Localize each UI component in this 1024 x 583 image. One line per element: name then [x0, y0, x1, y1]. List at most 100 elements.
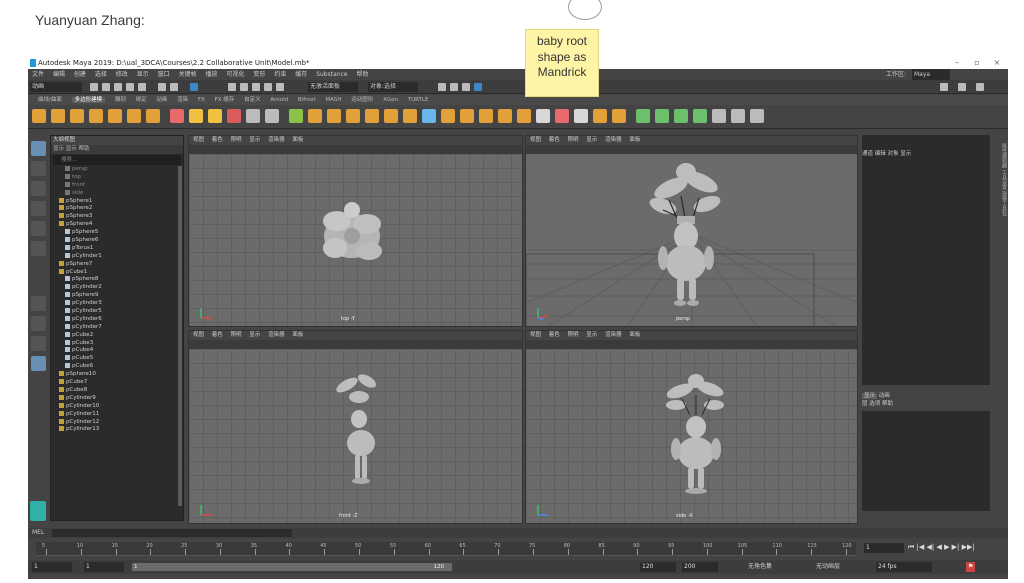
vp-menu-show[interactable]: 显示 [249, 332, 260, 338]
shelf-tab-bifrost[interactable]: Bifrost [298, 97, 316, 103]
outliner-item[interactable]: top [51, 173, 183, 182]
new-scene-icon[interactable] [90, 83, 98, 91]
playback-end-field[interactable]: 120 [640, 562, 676, 572]
shelf-bevel-icon[interactable] [403, 109, 417, 123]
menu-playback[interactable]: 播放 [206, 71, 218, 78]
menu-help[interactable]: 帮助 [356, 71, 368, 78]
render-settings-icon[interactable] [474, 83, 482, 91]
menu-substance[interactable]: Substance [316, 71, 347, 78]
shelf-offset-loop-icon[interactable] [536, 109, 550, 123]
vp-menu-panels[interactable]: 面板 [629, 332, 640, 338]
shelf-svg-icon[interactable] [246, 109, 260, 123]
outliner-item[interactable]: pCylinder1 [51, 252, 183, 261]
menu-modify[interactable]: 修改 [116, 71, 128, 78]
shelf-tab-rigging[interactable]: 绑定 [136, 97, 147, 103]
start-time-field[interactable]: 1 [32, 562, 72, 572]
current-frame-field[interactable]: 1 [864, 543, 904, 553]
shelf-tab-fx[interactable]: FX [198, 97, 205, 103]
shelf-tab-sculpt[interactable]: 雕刻 [115, 97, 126, 103]
shelf-multi-cut-icon[interactable] [422, 109, 436, 123]
viewport-toolbar[interactable] [189, 145, 522, 154]
menu-cache[interactable]: 缓存 [295, 71, 307, 78]
shelf-tab-turtle[interactable]: TURTLE [408, 97, 429, 103]
save-scene-icon[interactable] [114, 83, 122, 91]
shelf-gear-icon[interactable] [208, 109, 222, 123]
vp-menu-lighting[interactable]: 照明 [231, 332, 242, 338]
shelf-type-icon[interactable] [227, 109, 241, 123]
outliner-item[interactable]: pCube1 [51, 268, 183, 277]
shelf-cone-icon[interactable] [89, 109, 103, 123]
shelf-sphere-icon[interactable] [32, 109, 46, 123]
viewport-top[interactable]: 视图 着色 照明 显示 渲染器 面板 top -Y [188, 135, 523, 327]
vp-menu-show[interactable]: 显示 [586, 332, 597, 338]
cb-menu-object[interactable]: 对象 [888, 151, 899, 157]
single-view-icon[interactable] [31, 296, 46, 311]
shelf-bezier-icon[interactable] [555, 109, 569, 123]
shelf-tab-motion-graphics[interactable]: 运动图形 [351, 97, 373, 103]
vp-menu-shading[interactable]: 着色 [549, 137, 560, 143]
outliner-item[interactable]: pCylinder12 [51, 418, 183, 427]
shelf-extrude-icon[interactable] [365, 109, 379, 123]
outliner-item[interactable]: pCylinder5 [51, 308, 183, 316]
shelf-superellipse-icon[interactable] [189, 109, 203, 123]
snap-grid-icon[interactable] [228, 83, 236, 91]
user-icon[interactable] [940, 83, 948, 91]
outliner-item[interactable]: pCylinder7 [51, 323, 183, 332]
vp-menu-show[interactable]: 显示 [586, 137, 597, 143]
command-input[interactable] [52, 529, 292, 537]
shelf-tab-curves[interactable]: 曲线/曲面 [38, 97, 62, 103]
layer-menu-options[interactable]: 选项 [869, 401, 880, 407]
shelf-mirror-icon[interactable] [346, 109, 360, 123]
shelf-fill-hole-icon[interactable] [479, 109, 493, 123]
vp-menu-renderer[interactable]: 渲染器 [605, 137, 622, 143]
vp-menu-panels[interactable]: 面板 [292, 137, 303, 143]
outliner-menu-show[interactable]: 显示 [66, 146, 77, 152]
snap-curve-icon[interactable] [240, 83, 248, 91]
outliner-item[interactable]: pSphere5 [51, 229, 183, 237]
shelf-tab-animation[interactable]: 动画 [156, 97, 167, 103]
playback-start-field[interactable]: 1 [84, 562, 124, 572]
render-frame-icon[interactable] [450, 83, 458, 91]
vp-menu-view[interactable]: 视图 [193, 137, 204, 143]
outliner-item[interactable]: pSphere9 [51, 292, 183, 300]
select-hierarchy-icon[interactable] [190, 83, 198, 91]
minimize-button[interactable]: – [948, 57, 966, 69]
redo-icon[interactable] [138, 83, 146, 91]
menu-key[interactable]: 关键帧 [179, 71, 197, 78]
menu-visualize[interactable]: 可视化 [226, 71, 244, 78]
menu-file[interactable]: 文件 [32, 71, 44, 78]
menu-windows[interactable]: 窗口 [158, 71, 170, 78]
vp-menu-shading[interactable]: 着色 [549, 332, 560, 338]
outliner-item[interactable]: pCylinder13 [51, 426, 183, 434]
outliner-item[interactable]: pCylinder2 [51, 284, 183, 292]
undo-icon[interactable] [126, 83, 134, 91]
vp-menu-renderer[interactable]: 渲染器 [605, 332, 622, 338]
vp-menu-show[interactable]: 显示 [249, 137, 260, 143]
shelf-uv-select-icon[interactable] [636, 109, 650, 123]
outliner-item[interactable]: pCube7 [51, 379, 183, 387]
outliner-item[interactable]: front [51, 181, 183, 190]
outliner-item[interactable]: pCube6 [51, 363, 183, 371]
shelf-uv-cut-icon[interactable] [655, 109, 669, 123]
outliner-menu-help[interactable]: 帮助 [79, 146, 90, 152]
shelf-tab-custom[interactable]: 自定义 [244, 97, 261, 103]
character-set-select[interactable]: 无角色集 [748, 562, 772, 572]
render-view-icon[interactable] [438, 83, 446, 91]
shelf-boolean-icon[interactable] [327, 109, 341, 123]
vp-menu-panels[interactable]: 面板 [292, 332, 303, 338]
component-mode-icon[interactable] [170, 83, 178, 91]
auto-key-icon[interactable]: ⚑ [966, 562, 976, 572]
outliner-search-input[interactable]: 搜索... [53, 155, 181, 165]
shelf-target-weld-icon[interactable] [441, 109, 455, 123]
fps-select[interactable]: 24 fps [876, 562, 932, 572]
outliner-item[interactable]: pCylinder3 [51, 300, 183, 308]
shelf-snap-icon[interactable] [712, 109, 726, 123]
shelf-lock-icon[interactable] [750, 109, 764, 123]
time-slider-track[interactable]: 5 10 15 20 25 30 35 40 45 50 55 60 65 70 75 80 85 90 95 100… [36, 542, 856, 556]
outliner-item[interactable]: pCube4 [51, 347, 183, 355]
outliner-item[interactable]: pCylinder6 [51, 315, 183, 324]
shelf-tab-arnold[interactable]: Arnold [270, 97, 288, 103]
shelf-bridge-icon[interactable] [384, 109, 398, 123]
anim-layer-select[interactable]: 无动画层 [816, 562, 840, 572]
outliner-item[interactable]: side [51, 189, 183, 198]
